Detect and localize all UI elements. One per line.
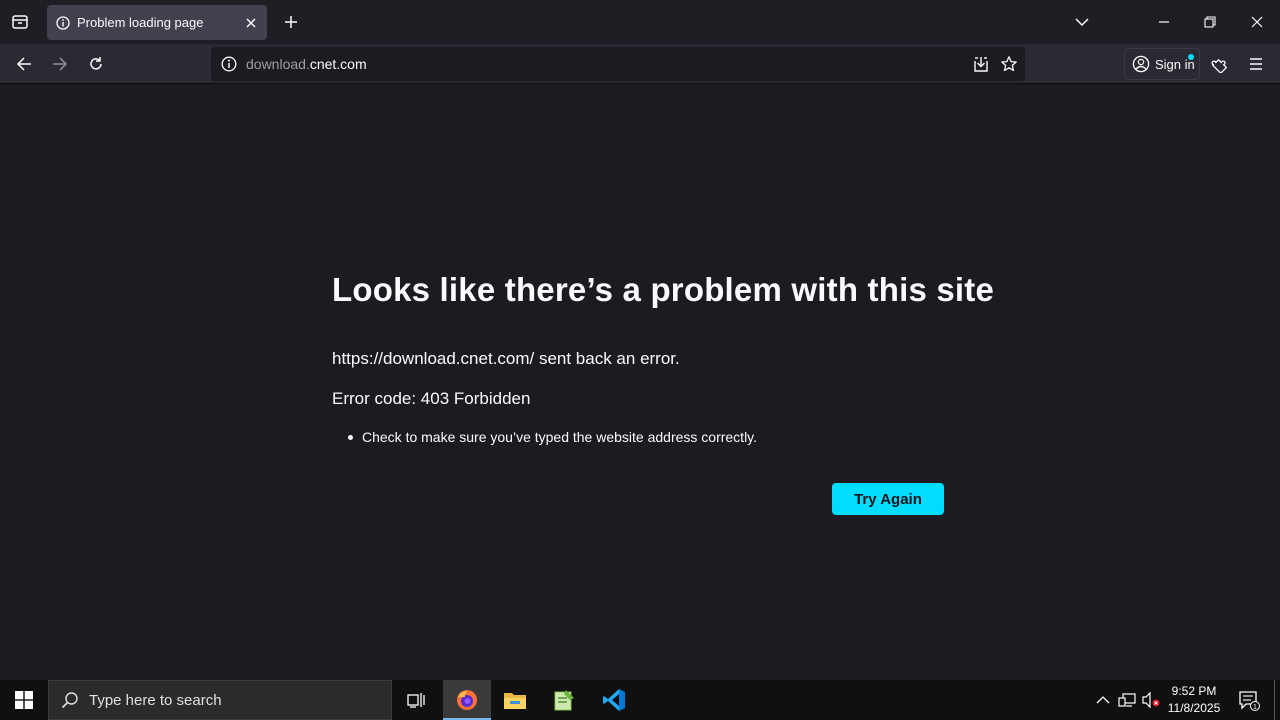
extensions-button[interactable] [1206,50,1234,78]
close-tab-icon[interactable] [239,11,263,35]
forward-button[interactable] [46,50,74,78]
hamburger-menu-icon [1250,58,1262,70]
account-icon [1132,55,1150,73]
suggestion-list-item: Check to make sure you’ve typed the webs… [348,429,757,445]
minimize-icon [1159,21,1169,23]
vscode-icon [603,689,625,711]
bullet [348,434,353,440]
forward-arrow-icon [53,57,68,71]
show-hidden-icons-button[interactable] [1092,688,1114,712]
search-icon [61,692,78,709]
show-desktop-button[interactable] [1274,680,1280,720]
error-code: Error code: 403 Forbidden [332,389,531,408]
download-tray-icon [974,57,988,72]
notepad-plus-plus-icon [554,690,574,711]
app-menu-button[interactable] [1242,50,1270,78]
suggestion-text: Check to make sure you’ve typed the webs… [362,429,758,445]
chevron-down-icon [1075,18,1089,27]
star-icon [1001,56,1017,72]
task-view-icon [407,693,425,708]
back-button[interactable] [10,50,38,78]
search-placeholder: Type here to search [89,691,222,709]
reload-icon [90,57,102,70]
new-tab-button[interactable] [278,9,304,35]
firefox-view-icon [12,15,28,29]
site-info-icon[interactable] [213,47,245,81]
save-to-pocket-button[interactable] [967,50,995,78]
navigation-toolbar: download.cnet.com Sign in [0,44,1280,84]
back-arrow-icon [16,57,31,71]
error-description: https://download.cnet.com/ sent back an … [332,349,680,368]
try-again-button[interactable]: Try Again [832,483,944,515]
puzzle-icon [1211,59,1228,73]
clock-time: 9:52 PM [1171,684,1217,698]
network-button[interactable] [1116,688,1138,712]
taskbar-file-explorer[interactable] [491,680,539,720]
url-text[interactable]: download.cnet.com [246,56,967,72]
firefox-icon [457,690,477,710]
notification-dot [1188,54,1194,60]
close-window-button[interactable] [1237,4,1277,40]
windows-logo-icon [15,691,33,709]
url-bar[interactable]: download.cnet.com [211,47,1025,81]
tab-strip: Problem loading page [0,0,1280,44]
folder-icon [504,693,526,709]
task-view-button[interactable] [392,680,440,720]
start-button[interactable] [0,680,48,720]
reload-button[interactable] [82,50,110,78]
bookmark-star-button[interactable] [995,50,1023,78]
volume-muted-icon [1142,692,1160,708]
list-all-tabs-button[interactable] [1062,4,1102,40]
restore-icon [1204,16,1216,28]
volume-button[interactable] [1140,688,1162,712]
close-icon [1251,16,1263,28]
restore-button[interactable] [1190,4,1230,40]
network-icon [1118,693,1136,707]
active-tab[interactable]: Problem loading page [47,5,267,40]
taskbar-search-box[interactable]: Type here to search [48,680,392,720]
notification-count: 1 [1253,704,1257,711]
error-title: Looks like there’s a problem with this s… [332,271,995,308]
taskbar-clock[interactable]: 9:52 PM 11/8/2025 [1162,683,1226,717]
notification-icon: 1 [1239,691,1260,711]
taskbar-notepad-plus-plus[interactable] [540,680,588,720]
error-page: Looks like there’s a problem with this s… [0,85,1280,680]
info-icon [55,15,71,31]
tab-title: Problem loading page [77,15,204,30]
sign-in-button[interactable]: Sign in [1124,48,1200,80]
action-center-button[interactable]: 1 [1232,680,1266,720]
plus-icon [285,16,297,28]
chevron-up-icon [1096,696,1110,704]
taskbar: Type here to search 9:52 PM 11/8/2025 1 [0,680,1280,720]
minimize-button[interactable] [1144,4,1184,40]
taskbar-firefox[interactable] [443,680,491,720]
clock-date: 11/8/2025 [1167,701,1221,715]
url-domain: cnet.com [309,56,367,72]
url-subdomain: download. [246,56,310,72]
firefox-view-button[interactable] [6,8,34,36]
taskbar-vscode[interactable] [590,680,638,720]
